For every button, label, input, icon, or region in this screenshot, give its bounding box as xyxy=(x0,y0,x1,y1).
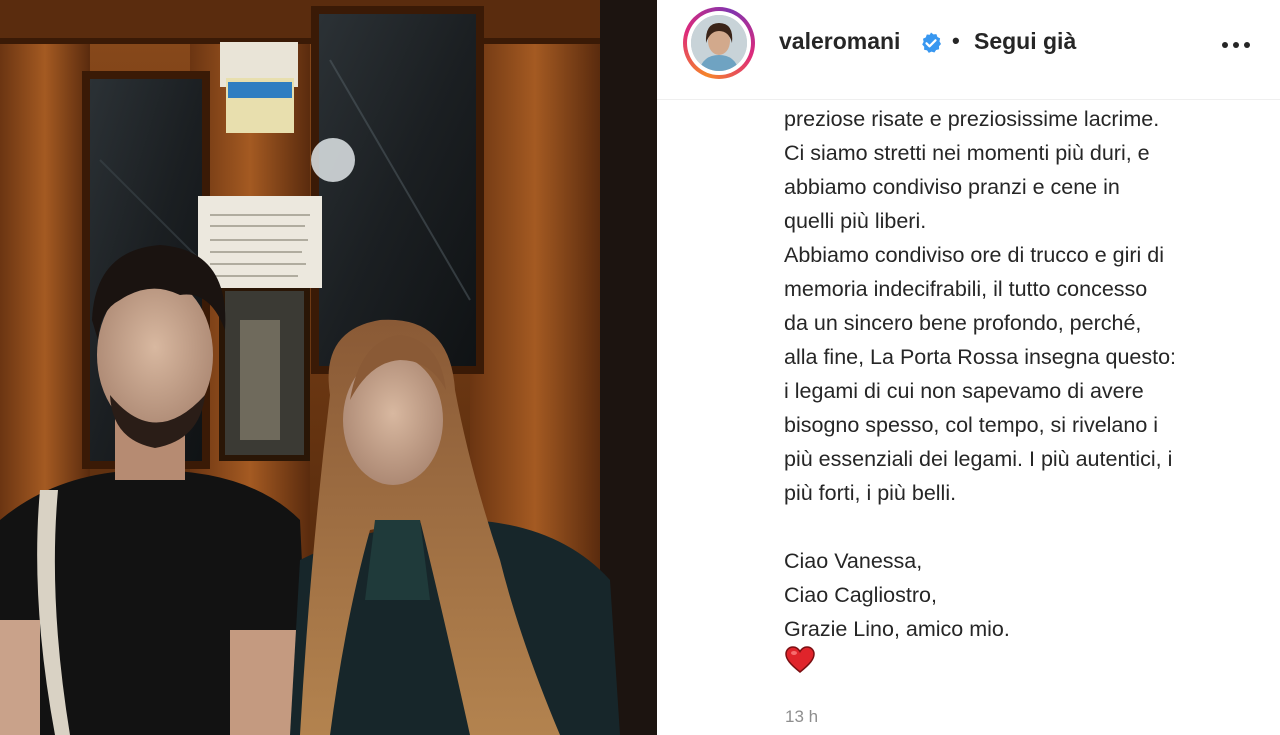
post-photo xyxy=(0,0,657,735)
post-caption: preziose risate e preziosissime lacrime.… xyxy=(784,102,1264,646)
caption-line: Ci siamo stretti nei momenti più duri, e xyxy=(784,141,1150,165)
caption-line: quelli più liberi. xyxy=(784,209,927,233)
avatar[interactable] xyxy=(691,15,747,71)
caption-line: bisogno spesso, col tempo, si rivelano i xyxy=(784,413,1159,437)
more-options-icon[interactable] xyxy=(1218,30,1254,58)
caption-line: preziose risate e preziosissime lacrime. xyxy=(784,107,1160,131)
caption-line: Abbiamo condiviso ore di trucco e giri d… xyxy=(784,243,1165,267)
following-button[interactable]: Segui già xyxy=(974,28,1076,55)
caption-line: i legami di cui non sapevamo di avere xyxy=(784,379,1144,403)
caption-line: alla fine, La Porta Rossa insegna questo… xyxy=(784,345,1177,369)
caption-line: da un sincero bene profondo, perché, xyxy=(784,311,1142,335)
caption-line: memoria indecifrabili, il tutto concesso xyxy=(784,277,1148,301)
username-link[interactable]: valeromani xyxy=(779,28,900,55)
caption-line: più forti, i più belli. xyxy=(784,481,957,505)
caption-line: abbiamo condiviso pranzi e cene in xyxy=(784,175,1120,199)
closing-line: Ciao Cagliostro, xyxy=(784,583,937,607)
closing-line: Grazie Lino, amico mio. xyxy=(784,617,1010,641)
post-header: valeromani • Segui già xyxy=(657,0,1280,100)
closing-line: Ciao Vanessa, xyxy=(784,549,923,573)
separator-dot: • xyxy=(952,28,960,53)
red-heart-icon xyxy=(785,646,815,674)
verified-badge-icon xyxy=(919,31,943,55)
post-timestamp[interactable]: 13 h xyxy=(785,707,818,727)
caption-line: più essenziali dei legami. I più autenti… xyxy=(784,447,1173,471)
story-ring[interactable] xyxy=(683,7,755,79)
post-details-panel: valeromani • Segui già preziose risate e… xyxy=(657,0,1280,735)
